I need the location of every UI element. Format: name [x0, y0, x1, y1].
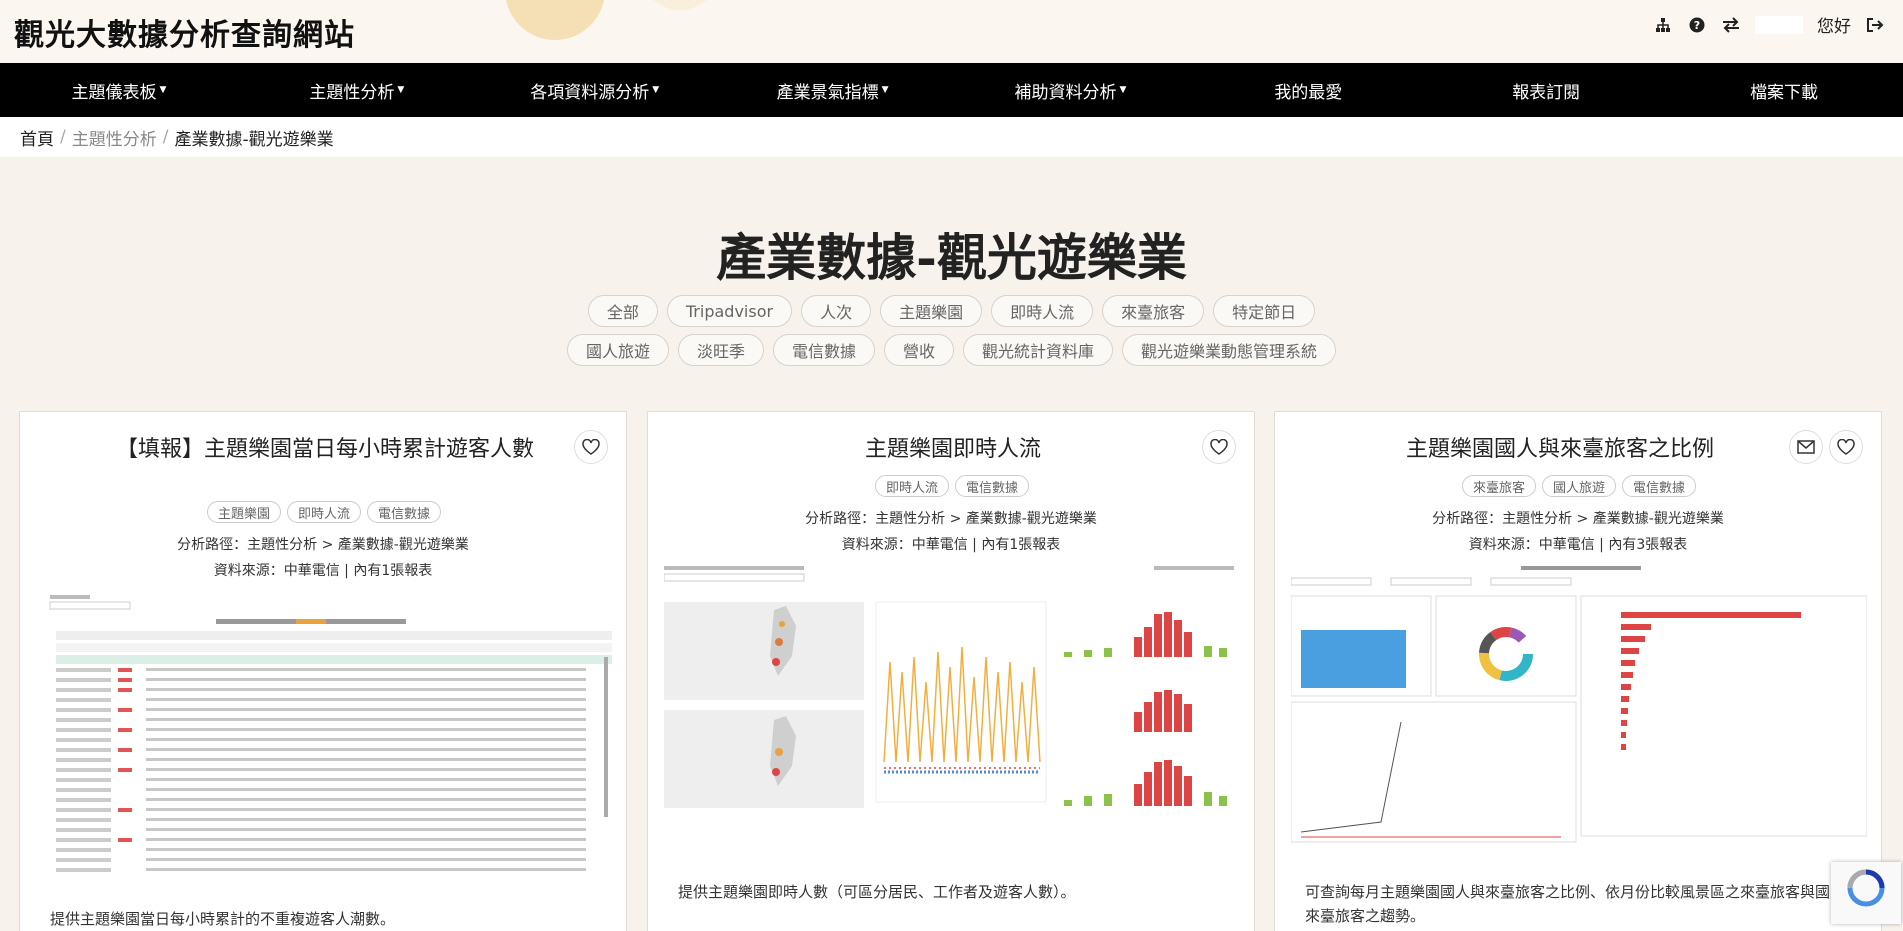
- card-tag[interactable]: 國人旅遊: [1541, 475, 1616, 497]
- filter-tag[interactable]: Tripadvisor: [666, 295, 793, 327]
- nav-item-thematic[interactable]: 主題性分析 ▼: [238, 63, 476, 117]
- analysis-path: 分析路徑：主題性分析 > 產業數據-觀光遊樂業: [1432, 511, 1724, 527]
- data-source: 資料來源：中華電信 | 內有1張報表: [841, 537, 1061, 553]
- card-tags: 來臺旅客 國人旅遊 電信數據: [1275, 475, 1881, 497]
- report-thumbnail[interactable]: [36, 587, 612, 882]
- decorative-circle: [505, 0, 605, 40]
- utility-bar: ? 您好: [1653, 12, 1885, 37]
- card-tag[interactable]: 電信數據: [1622, 475, 1697, 497]
- nav-item-subsidy[interactable]: 補助資料分析 ▼: [952, 63, 1190, 117]
- main-nav: 主題儀表板 ▼ 主題性分析 ▼ 各項資料源分析 ▼ 產業景氣指標 ▼ 補助資料分析 ▼ 我…: [0, 63, 1903, 117]
- card-tag[interactable]: 來臺旅客: [1461, 475, 1536, 497]
- nav-item-dashboard[interactable]: 主題儀表板 ▼: [0, 63, 238, 117]
- report-thumbnail[interactable]: [1291, 562, 1867, 862]
- card-tags: 即時人流 電信數據: [648, 475, 1254, 497]
- report-card[interactable]: 【填報】主題樂園當日每小時累計遊客人數 主題樂園 即時人流 電信數據 分析路徑：…: [19, 411, 627, 931]
- card-tags: 主題樂園 即時人流 電信數據: [20, 501, 626, 523]
- caret-down-icon: ▼: [652, 85, 660, 95]
- filter-tag[interactable]: 來臺旅客: [1102, 295, 1205, 327]
- card-description: 可查詢每月主題樂園國人與來臺旅客之比例、依月份比較風景區之來臺旅客與國人與來臺旅…: [1305, 883, 1861, 925]
- report-card[interactable]: 主題樂園國人與來臺旅客之比例 來臺旅客 國人旅遊 電信數據 分析路徑：主題性分析…: [1274, 411, 1882, 931]
- card-tag[interactable]: 主題樂園: [206, 501, 281, 523]
- breadcrumb: 首頁 / 主題性分析 / 產業數據-觀光遊樂業: [0, 117, 1903, 157]
- help-icon[interactable]: ?: [1687, 15, 1707, 35]
- filter-tag[interactable]: 特定節日: [1213, 295, 1316, 327]
- caret-down-icon: ▼: [1119, 85, 1127, 95]
- caret-down-icon: ▼: [881, 85, 889, 95]
- subscribe-mail-icon[interactable]: [1789, 430, 1823, 464]
- decorative-circle: [640, 0, 720, 10]
- analysis-path: 分析路徑：主題性分析 > 產業數據-觀光遊樂業: [805, 511, 1097, 527]
- card-title[interactable]: 主題樂園國人與來臺旅客之比例: [1345, 436, 1775, 464]
- nav-item-indicators[interactable]: 產業景氣指標 ▼: [714, 63, 952, 117]
- filter-tag[interactable]: 觀光遊樂業動態管理系統: [1122, 334, 1337, 366]
- sitemap-icon[interactable]: [1653, 15, 1673, 35]
- favorite-heart-icon[interactable]: [574, 430, 608, 464]
- breadcrumb-current: 產業數據-觀光遊樂業: [174, 129, 334, 150]
- nav-item-favorites[interactable]: 我的最愛: [1189, 63, 1427, 117]
- nav-item-downloads[interactable]: 檔案下載: [1665, 63, 1903, 117]
- page-title: 產業數據-觀光遊樂業: [716, 228, 1187, 287]
- filter-tags-row: 全部 Tripadvisor 人次 主題樂園 即時人流 來臺旅客 特定節日: [0, 295, 1903, 327]
- filter-tag[interactable]: 即時人流: [991, 295, 1094, 327]
- report-thumbnail[interactable]: [664, 562, 1240, 862]
- site-title[interactable]: 觀光大數據分析查詢網站: [14, 10, 355, 54]
- svg-text:?: ?: [1694, 19, 1700, 32]
- filter-tag[interactable]: 營收: [884, 334, 955, 366]
- card-tag[interactable]: 電信數據: [367, 501, 442, 523]
- breadcrumb-thematic[interactable]: 主題性分析: [72, 125, 157, 150]
- data-source: 資料來源：中華電信 | 內有1張報表: [213, 563, 433, 579]
- filter-tag[interactable]: 國人旅遊: [566, 334, 669, 366]
- filter-tag[interactable]: 電信數據: [772, 334, 875, 366]
- swap-icon[interactable]: [1721, 15, 1741, 35]
- nav-item-datasource[interactable]: 各項資料源分析 ▼: [476, 63, 714, 117]
- caret-down-icon: ▼: [397, 85, 405, 95]
- filter-tag[interactable]: 全部: [587, 295, 658, 327]
- greeting: 您好: [1817, 17, 1851, 37]
- logout-icon[interactable]: [1865, 15, 1885, 35]
- card-description: 提供主題樂園當日每小時累計的不重複遊客人潮數。: [50, 910, 396, 928]
- report-card[interactable]: 主題樂園即時人流 即時人流 電信數據 分析路徑：主題性分析 > 產業數據-觀光遊…: [647, 411, 1255, 931]
- filter-tags-row: 國人旅遊 淡旺季 電信數據 營收 觀光統計資料庫 觀光遊樂業動態管理系統: [0, 334, 1903, 366]
- card-tag[interactable]: 即時人流: [286, 501, 361, 523]
- caret-down-icon: ▼: [159, 85, 167, 95]
- breadcrumb-home[interactable]: 首頁: [20, 125, 54, 150]
- nav-item-subscriptions[interactable]: 報表訂閱: [1427, 63, 1665, 117]
- header: 觀光大數據分析查詢網站 ? 您好: [0, 0, 1903, 63]
- username-mask: [1755, 15, 1803, 34]
- analysis-path: 分析路徑：主題性分析 > 產業數據-觀光遊樂業: [177, 537, 469, 553]
- card-description: 提供主題樂園即時人數（可區分居民、工作者及遊客人數）。: [678, 883, 1076, 901]
- filter-tag[interactable]: 淡旺季: [677, 334, 764, 366]
- filter-tag[interactable]: 主題樂園: [880, 295, 983, 327]
- card-tag[interactable]: 即時人流: [874, 475, 949, 497]
- favorite-heart-icon[interactable]: [1829, 430, 1863, 464]
- favorite-heart-icon[interactable]: [1202, 430, 1236, 464]
- filter-tag[interactable]: 觀光統計資料庫: [963, 334, 1114, 366]
- card-tag[interactable]: 電信數據: [955, 475, 1030, 497]
- recaptcha-badge[interactable]: [1831, 862, 1901, 924]
- data-source: 資料來源：中華電信 | 內有3張報表: [1468, 537, 1688, 553]
- card-title[interactable]: 【填報】主題樂園當日每小時累計遊客人數: [110, 436, 540, 464]
- filter-tag[interactable]: 人次: [801, 295, 872, 327]
- card-title[interactable]: 主題樂園即時人流: [738, 436, 1168, 464]
